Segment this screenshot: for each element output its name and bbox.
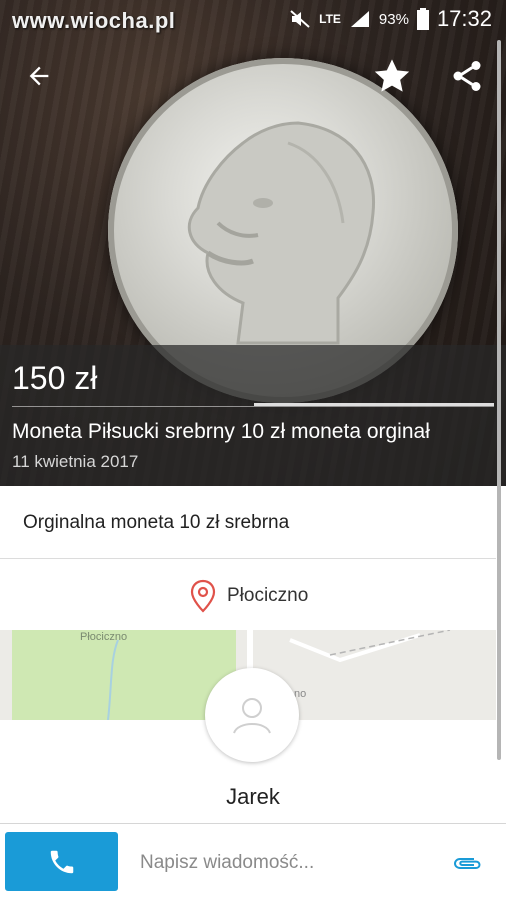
clock: 17:32: [436, 6, 492, 31]
battery-percent: 93%: [378, 10, 409, 28]
seller-avatar[interactable]: [205, 668, 299, 762]
listing-title: Moneta Piłsucki srebrny 10 zł moneta org…: [12, 420, 430, 443]
call-button[interactable]: [5, 832, 118, 891]
paperclip-icon: [453, 858, 481, 869]
listing-price: 150 zł: [12, 360, 98, 396]
watermark: www.wiocha.pl: [12, 8, 176, 33]
location-text: Płociczno: [227, 585, 309, 606]
attach-button[interactable]: [450, 846, 484, 880]
back-button[interactable]: [15, 52, 63, 100]
signal-icon: [350, 11, 369, 27]
battery-icon: [416, 8, 429, 30]
scrollbar[interactable]: [497, 40, 501, 760]
listing-description: Orginalna moneta 10 zł srebrna: [0, 486, 496, 559]
share-icon: [453, 61, 481, 91]
location-row[interactable]: Płociczno: [0, 560, 496, 630]
coin-portrait: [187, 121, 376, 345]
status-bar: www.wiocha.pl LTE 93% 17:32: [0, 0, 506, 36]
phone-icon: [50, 850, 73, 873]
photo-pager-indicator: [254, 403, 494, 406]
description-text: Orginalna moneta 10 zł srebrna: [23, 512, 290, 533]
favorite-button[interactable]: [368, 52, 416, 100]
location-pin-icon: [190, 579, 216, 613]
seller-name[interactable]: Jarek: [0, 784, 506, 810]
star-icon: [374, 59, 410, 92]
avatar-placeholder-icon: [233, 698, 271, 734]
back-arrow-icon: [29, 66, 49, 86]
share-button[interactable]: [443, 52, 491, 100]
mute-icon: [290, 10, 310, 28]
photo-pager-track: [12, 406, 494, 407]
listing-date: 11 kwietnia 2017: [12, 452, 139, 471]
network-label: LTE: [319, 12, 341, 26]
message-input[interactable]: [140, 848, 430, 878]
map-place-label: Płociczno: [80, 631, 128, 643]
